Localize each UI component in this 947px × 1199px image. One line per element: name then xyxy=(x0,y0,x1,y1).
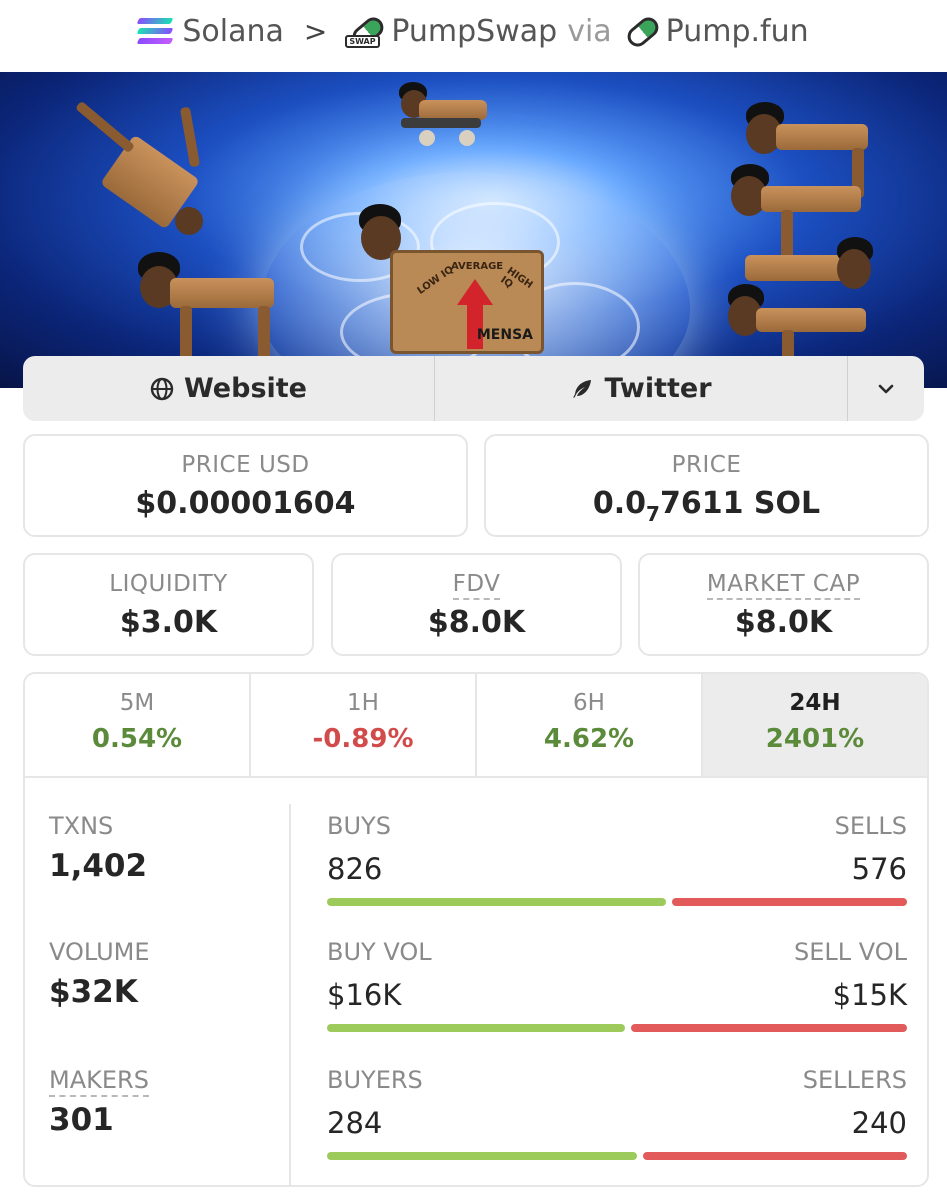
sell-vol-value: $15K xyxy=(832,978,907,1012)
chevron-down-icon xyxy=(878,384,894,393)
fdv-card[interactable]: FDV $8.0K xyxy=(331,553,622,656)
leading-zeros-count: 7 xyxy=(646,502,660,526)
price-native-label: PRICE xyxy=(671,452,742,478)
pumpfun-icon xyxy=(622,16,656,46)
website-button[interactable]: Website xyxy=(23,356,435,421)
txns-value: 1,402 xyxy=(49,848,148,884)
tab-label: 24H xyxy=(789,690,841,716)
buy-vol-label: BUY VOL xyxy=(327,938,432,966)
price-usd-value: $0.00001604 xyxy=(135,486,356,521)
price-change: 0.54% xyxy=(91,724,183,754)
fdv-value: $8.0K xyxy=(427,605,526,640)
buyers-sellers-stat: BUYERS SELLERS 284 240 xyxy=(327,1066,907,1160)
tab-label: 6H xyxy=(573,690,605,716)
via-text: via xyxy=(567,13,612,49)
token-banner-image: LOW IQ AVERAGE HIGH IQ MENSA xyxy=(0,72,947,388)
volume-label: VOLUME xyxy=(49,938,150,966)
price-change: 4.62% xyxy=(543,724,635,754)
timeframe-tabs: 5M 0.54% 1H -0.89% 6H 4.62% 24H 2401% xyxy=(25,674,927,778)
sell-bar xyxy=(671,898,907,906)
buys-sells-ratio-bar xyxy=(327,898,907,906)
website-label: Website xyxy=(183,373,307,404)
price-native-card: PRICE 0.077611 SOL xyxy=(484,434,929,537)
buyers-label: BUYERS xyxy=(327,1066,423,1094)
liquidity-value: $3.0K xyxy=(119,605,218,640)
sign-high-label: HIGH IQ xyxy=(498,265,535,291)
makers-stat: MAKERS 301 xyxy=(49,1066,149,1138)
tab-6h[interactable]: 6H 4.62% xyxy=(477,674,703,776)
twitter-label: Twitter xyxy=(604,373,712,404)
sell-bar xyxy=(642,1152,907,1160)
more-links-dropdown[interactable] xyxy=(848,356,924,421)
sign-average-label: AVERAGE xyxy=(451,261,504,272)
makers-label[interactable]: MAKERS xyxy=(49,1066,149,1097)
makers-ratio-bar xyxy=(327,1152,907,1160)
sign-brand: MENSA xyxy=(476,327,533,343)
chevron-right-icon: > xyxy=(303,14,328,48)
globe-icon xyxy=(150,377,174,400)
price-change: -0.89% xyxy=(312,724,414,754)
feather-icon xyxy=(573,379,592,398)
sells-label: SELLS xyxy=(834,812,907,840)
price-usd-label: PRICE USD xyxy=(181,452,310,478)
sells-value: 576 xyxy=(851,852,907,886)
sign-low-label: LOW IQ xyxy=(415,264,456,297)
iq-gauge-sign: LOW IQ AVERAGE HIGH IQ MENSA xyxy=(390,250,544,354)
chain-link[interactable]: Solana xyxy=(182,14,284,49)
makers-value: 301 xyxy=(49,1102,114,1138)
liquidity-label: LIQUIDITY xyxy=(109,571,228,597)
up-arrow-icon xyxy=(457,279,493,305)
dex-link[interactable]: PumpSwap xyxy=(391,14,557,49)
txns-label: TXNS xyxy=(49,812,114,840)
price-change: 2401% xyxy=(765,724,865,754)
tab-5m[interactable]: 5M 0.54% xyxy=(25,674,251,776)
buy-sell-volume-stat: BUY VOL SELL VOL $16K $15K xyxy=(327,938,907,1032)
volume-stat: VOLUME $32K xyxy=(49,938,150,1010)
price-native-value: 0.077611 SOL xyxy=(592,486,821,526)
swap-tag: SWAP xyxy=(345,35,380,48)
volume-value: $32K xyxy=(49,974,138,1010)
market-cap-card[interactable]: MARKET CAP $8.0K xyxy=(638,553,929,656)
timeframe-stats-panel: 5M 0.54% 1H -0.89% 6H 4.62% 24H 2401% TX… xyxy=(23,672,929,1187)
buys-label: BUYS xyxy=(327,812,391,840)
volume-ratio-bar xyxy=(327,1024,907,1032)
buy-bar xyxy=(327,1024,626,1032)
tab-label: 5M xyxy=(119,690,155,716)
buy-bar xyxy=(327,898,666,906)
sell-bar xyxy=(631,1024,907,1032)
price-usd-card: PRICE USD $0.00001604 xyxy=(23,434,468,537)
liquidity-card: LIQUIDITY $3.0K xyxy=(23,553,314,656)
sellers-label: SELLERS xyxy=(802,1066,907,1094)
tab-label: 1H xyxy=(347,690,379,716)
buy-bar xyxy=(327,1152,637,1160)
twitter-button[interactable]: Twitter xyxy=(435,356,848,421)
fdv-label[interactable]: FDV xyxy=(452,571,501,600)
txns-stat: TXNS 1,402 xyxy=(49,812,147,884)
trade-stats: TXNS 1,402 VOLUME $32K MAKERS 301 BUYS SE… xyxy=(25,778,927,1185)
breadcrumb: Solana > SWAP PumpSwap via Pump.fun xyxy=(0,0,947,62)
market-cap-value: $8.0K xyxy=(734,605,833,640)
buy-vol-value: $16K xyxy=(327,978,402,1012)
buys-value: 826 xyxy=(327,852,383,886)
market-cap-label[interactable]: MARKET CAP xyxy=(706,571,861,600)
solana-icon xyxy=(136,18,174,44)
buys-sells-stat: BUYS SELLS 826 576 xyxy=(327,812,907,906)
tab-24h[interactable]: 24H 2401% xyxy=(703,674,927,776)
social-links-bar: Website Twitter xyxy=(23,356,924,421)
sellers-value: 240 xyxy=(851,1106,907,1140)
buyers-value: 284 xyxy=(327,1106,383,1140)
sell-vol-label: SELL VOL xyxy=(793,938,907,966)
source-link[interactable]: Pump.fun xyxy=(666,14,809,49)
tab-1h[interactable]: 1H -0.89% xyxy=(251,674,477,776)
pumpswap-icon: SWAP xyxy=(345,16,381,48)
